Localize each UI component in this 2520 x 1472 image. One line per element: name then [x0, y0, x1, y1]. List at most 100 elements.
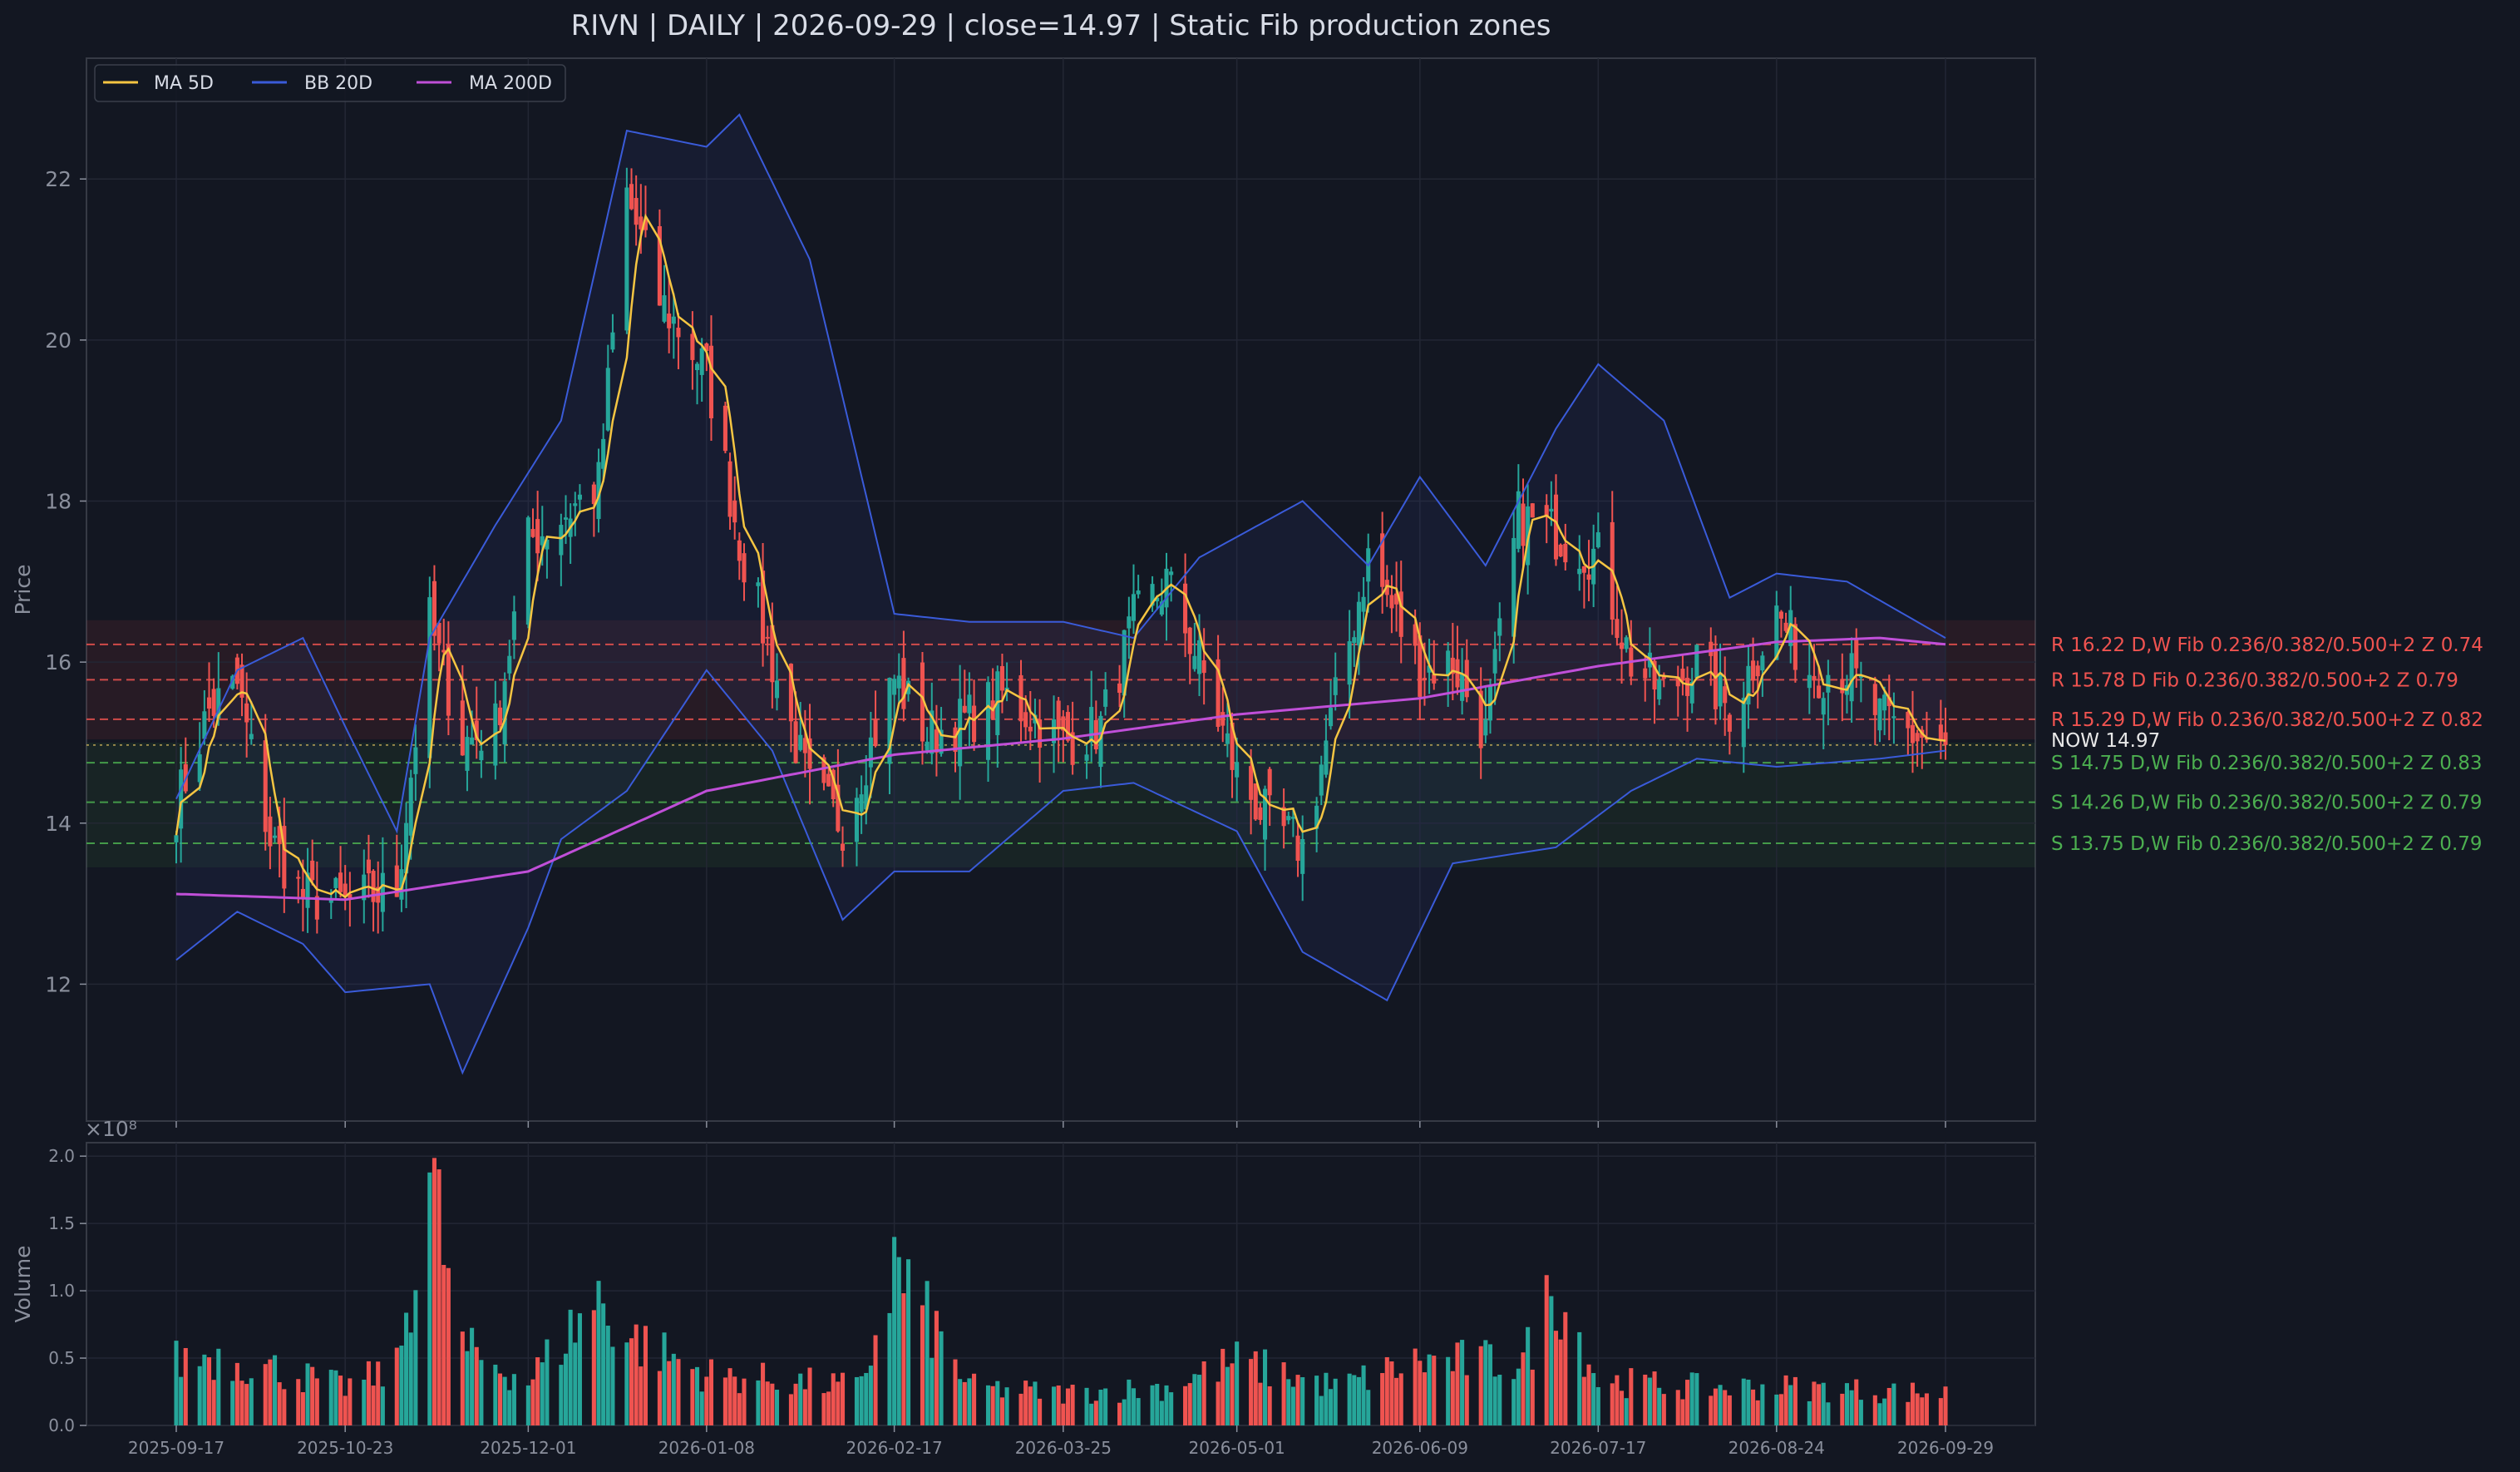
volume-bar — [1427, 1354, 1432, 1425]
volume-bar — [985, 1385, 991, 1425]
volume-bar — [230, 1381, 235, 1425]
volume-bar — [272, 1355, 278, 1425]
support-zone-label: S 14.26 D,W Fib 0.236/0.382/0.500+2 Z 0.… — [2051, 793, 2483, 814]
volume-bar — [1221, 1348, 1225, 1425]
volume-bar — [1685, 1380, 1690, 1425]
resistance-zone-label: R 15.78 D Fib 0.236/0.382/0.500+2 Z 0.79 — [2051, 669, 2458, 691]
candle-body — [1910, 724, 1916, 743]
x-tick-label: 2026-09-29 — [1897, 1438, 1994, 1458]
volume-bar — [348, 1378, 353, 1425]
candle-body — [535, 519, 540, 554]
candle-body — [854, 798, 860, 842]
volume-bar — [540, 1362, 545, 1425]
volume-bar — [1553, 1331, 1559, 1425]
volume-bar — [967, 1378, 972, 1425]
volume-bar — [1196, 1375, 1202, 1425]
volume-bar — [343, 1395, 348, 1425]
candle-body — [1915, 733, 1920, 742]
candle-body — [629, 184, 634, 210]
candle-body — [962, 705, 967, 713]
candle-body — [1718, 672, 1723, 707]
volume-bar — [314, 1378, 319, 1425]
candle-body — [206, 697, 212, 709]
volume-bar — [1558, 1339, 1563, 1425]
volume-bar — [1422, 1372, 1427, 1425]
candle-body — [470, 737, 475, 745]
volume-bar — [1521, 1352, 1526, 1425]
volume-bar — [376, 1361, 381, 1425]
candle-body — [671, 316, 676, 324]
volume-bar — [999, 1397, 1004, 1425]
resistance-zone-label: R 16.22 D,W Fib 0.236/0.382/0.500+2 Z 0.… — [2051, 635, 2483, 656]
candle-body — [1235, 762, 1240, 778]
candle-body — [662, 295, 667, 322]
candle-body — [774, 680, 780, 699]
volume-bar — [1938, 1398, 1943, 1425]
candle-body — [1084, 754, 1089, 761]
volume-bar — [399, 1346, 404, 1425]
volume-bar — [179, 1376, 184, 1425]
volume-bar — [479, 1360, 484, 1425]
volume-bar — [1084, 1387, 1089, 1425]
volume-y-tick-label: 0.5 — [48, 1348, 75, 1368]
candle-body — [530, 529, 535, 537]
x-tick-label: 2025-09-17 — [128, 1438, 224, 1458]
volume-bar — [1595, 1386, 1600, 1425]
candle-body — [1432, 674, 1437, 684]
candle-body — [497, 707, 503, 725]
volume-bar — [1826, 1402, 1831, 1425]
volume-bar — [211, 1380, 216, 1425]
candle-body — [1483, 719, 1488, 736]
candle-body — [559, 525, 564, 556]
volume-bar — [610, 1346, 615, 1425]
candle-body — [1347, 641, 1352, 685]
candle-body — [1290, 817, 1295, 819]
candle-body — [268, 816, 273, 847]
volume-bar — [1661, 1394, 1666, 1425]
candle-body — [925, 741, 930, 751]
volume-bar — [244, 1384, 249, 1425]
candle-body — [1521, 503, 1526, 546]
volume-bar — [1290, 1386, 1295, 1425]
volume-bar — [1450, 1371, 1455, 1425]
volume-bar — [836, 1381, 841, 1425]
candle-body — [742, 553, 747, 583]
candle-body — [859, 794, 864, 813]
volume-bar — [807, 1367, 812, 1425]
volume-bar — [1647, 1377, 1652, 1425]
volume-bar — [1586, 1364, 1591, 1425]
candle-body — [1882, 694, 1887, 711]
candle-body — [244, 703, 249, 723]
volume-bar — [727, 1368, 732, 1425]
volume-bar — [1854, 1379, 1859, 1425]
volume-bar — [1314, 1376, 1319, 1425]
volume-bar — [216, 1348, 221, 1425]
candle-body — [507, 655, 512, 674]
candle-body — [1694, 645, 1699, 679]
candle-body — [1056, 700, 1061, 728]
volume-bar — [1652, 1371, 1657, 1425]
support-zone-label: S 14.75 D,W Fib 0.236/0.382/0.500+2 Z 0.… — [2051, 753, 2483, 774]
candle-body — [296, 877, 301, 879]
candle-body — [1267, 768, 1272, 796]
volume-bar — [1689, 1372, 1694, 1425]
candle-body — [1258, 807, 1263, 820]
volume-bar — [1718, 1385, 1723, 1425]
volume-bar — [380, 1386, 385, 1425]
x-tick-label: 2025-12-01 — [480, 1438, 576, 1458]
volume-bar — [667, 1361, 672, 1425]
candle-body — [1807, 674, 1812, 689]
candle-body — [765, 636, 770, 639]
volume-bar — [371, 1386, 376, 1425]
volume-bar — [962, 1381, 967, 1425]
volume-bar — [1492, 1376, 1497, 1425]
candle-body — [1460, 674, 1465, 701]
volume-bar — [1418, 1361, 1423, 1425]
volume-bar — [474, 1346, 479, 1425]
volume-bar — [183, 1347, 188, 1425]
volume-bar — [1183, 1386, 1188, 1425]
volume-bar — [1872, 1395, 1877, 1425]
candle-body — [667, 314, 672, 328]
candle-body — [802, 738, 807, 753]
volume-bar — [958, 1379, 963, 1425]
